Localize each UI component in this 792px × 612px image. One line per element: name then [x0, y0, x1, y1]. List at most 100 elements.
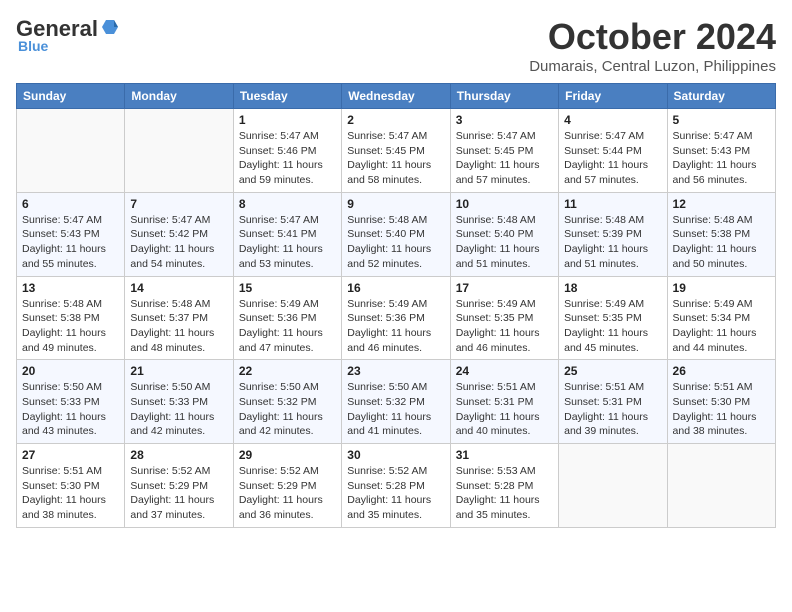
day-number: 28	[130, 448, 227, 462]
calendar-day-cell: 23 Sunrise: 5:50 AMSunset: 5:32 PMDayligh…	[342, 360, 450, 444]
weekday-header-sunday: Sunday	[17, 84, 125, 109]
day-number: 22	[239, 364, 336, 378]
day-info: Sunrise: 5:47 AMSunset: 5:46 PMDaylight:…	[239, 129, 336, 188]
calendar-week-row: 1 Sunrise: 5:47 AMSunset: 5:46 PMDaylight…	[17, 109, 776, 193]
day-number: 9	[347, 197, 444, 211]
weekday-header-thursday: Thursday	[450, 84, 558, 109]
day-info: Sunrise: 5:52 AMSunset: 5:28 PMDaylight:…	[347, 464, 444, 523]
day-info: Sunrise: 5:47 AMSunset: 5:45 PMDaylight:…	[456, 129, 553, 188]
day-info: Sunrise: 5:48 AMSunset: 5:40 PMDaylight:…	[456, 213, 553, 272]
logo-arrow-icon	[100, 18, 118, 36]
day-number: 25	[564, 364, 661, 378]
calendar-week-row: 20 Sunrise: 5:50 AMSunset: 5:33 PMDayligh…	[17, 360, 776, 444]
day-number: 21	[130, 364, 227, 378]
day-number: 13	[22, 281, 119, 295]
calendar-day-cell: 29 Sunrise: 5:52 AMSunset: 5:29 PMDayligh…	[233, 444, 341, 528]
calendar-day-cell	[17, 109, 125, 193]
day-info: Sunrise: 5:48 AMSunset: 5:39 PMDaylight:…	[564, 213, 661, 272]
calendar-day-cell: 11 Sunrise: 5:48 AMSunset: 5:39 PMDayligh…	[559, 192, 667, 276]
day-info: Sunrise: 5:47 AMSunset: 5:42 PMDaylight:…	[130, 213, 227, 272]
calendar-day-cell: 5 Sunrise: 5:47 AMSunset: 5:43 PMDaylight…	[667, 109, 775, 193]
calendar-day-cell: 25 Sunrise: 5:51 AMSunset: 5:31 PMDayligh…	[559, 360, 667, 444]
day-info: Sunrise: 5:48 AMSunset: 5:38 PMDaylight:…	[673, 213, 770, 272]
logo: General Blue	[16, 16, 118, 54]
calendar-day-cell: 9 Sunrise: 5:48 AMSunset: 5:40 PMDaylight…	[342, 192, 450, 276]
calendar-day-cell: 18 Sunrise: 5:49 AMSunset: 5:35 PMDayligh…	[559, 276, 667, 360]
weekday-header-friday: Friday	[559, 84, 667, 109]
day-info: Sunrise: 5:52 AMSunset: 5:29 PMDaylight:…	[239, 464, 336, 523]
calendar-day-cell: 27 Sunrise: 5:51 AMSunset: 5:30 PMDayligh…	[17, 444, 125, 528]
location-text: Dumarais, Central Luzon, Philippines	[529, 58, 776, 75]
day-number: 4	[564, 113, 661, 127]
day-info: Sunrise: 5:48 AMSunset: 5:38 PMDaylight:…	[22, 297, 119, 356]
day-number: 2	[347, 113, 444, 127]
day-number: 27	[22, 448, 119, 462]
calendar-day-cell: 13 Sunrise: 5:48 AMSunset: 5:38 PMDayligh…	[17, 276, 125, 360]
calendar-week-row: 6Sunrise: 5:47 AMSunset: 5:43 PMDaylight…	[17, 192, 776, 276]
calendar-day-cell: 10 Sunrise: 5:48 AMSunset: 5:40 PMDayligh…	[450, 192, 558, 276]
calendar-day-cell	[559, 444, 667, 528]
calendar-day-cell: 22Sunrise: 5:50 AMSunset: 5:32 PMDayligh…	[233, 360, 341, 444]
calendar-week-row: 27 Sunrise: 5:51 AMSunset: 5:30 PMDayligh…	[17, 444, 776, 528]
day-info: Sunrise: 5:53 AMSunset: 5:28 PMDaylight:…	[456, 464, 553, 523]
calendar-day-cell	[667, 444, 775, 528]
day-number: 8	[239, 197, 336, 211]
calendar-day-cell: 20 Sunrise: 5:50 AMSunset: 5:33 PMDayligh…	[17, 360, 125, 444]
calendar-day-cell: 4 Sunrise: 5:47 AMSunset: 5:44 PMDaylight…	[559, 109, 667, 193]
day-number: 1	[239, 113, 336, 127]
day-info: Sunrise: 5:51 AMSunset: 5:31 PMDaylight:…	[564, 380, 661, 439]
day-info: Sunrise: 5:48 AMSunset: 5:37 PMDaylight:…	[130, 297, 227, 356]
day-number: 30	[347, 448, 444, 462]
day-number: 17	[456, 281, 553, 295]
day-info: Sunrise: 5:51 AMSunset: 5:31 PMDaylight:…	[456, 380, 553, 439]
day-number: 11	[564, 197, 661, 211]
calendar-day-cell: 3 Sunrise: 5:47 AMSunset: 5:45 PMDaylight…	[450, 109, 558, 193]
calendar-day-cell: 8Sunrise: 5:47 AMSunset: 5:41 PMDaylight…	[233, 192, 341, 276]
day-info: Sunrise: 5:48 AMSunset: 5:40 PMDaylight:…	[347, 213, 444, 272]
calendar-day-cell: 26Sunrise: 5:51 AMSunset: 5:30 PMDayligh…	[667, 360, 775, 444]
day-number: 23	[347, 364, 444, 378]
title-block: October 2024 Dumarais, Central Luzon, Ph…	[529, 16, 776, 75]
calendar-day-cell	[125, 109, 233, 193]
day-info: Sunrise: 5:52 AMSunset: 5:29 PMDaylight:…	[130, 464, 227, 523]
day-number: 31	[456, 448, 553, 462]
weekday-header-monday: Monday	[125, 84, 233, 109]
day-number: 14	[130, 281, 227, 295]
logo-blue-text: Blue	[18, 38, 48, 54]
day-info: Sunrise: 5:51 AMSunset: 5:30 PMDaylight:…	[22, 464, 119, 523]
calendar-day-cell: 19Sunrise: 5:49 AMSunset: 5:34 PMDayligh…	[667, 276, 775, 360]
day-info: Sunrise: 5:49 AMSunset: 5:36 PMDaylight:…	[347, 297, 444, 356]
calendar-table: SundayMondayTuesdayWednesdayThursdayFrid…	[16, 83, 776, 528]
day-number: 12	[673, 197, 770, 211]
weekday-header-tuesday: Tuesday	[233, 84, 341, 109]
calendar-day-cell: 17Sunrise: 5:49 AMSunset: 5:35 PMDayligh…	[450, 276, 558, 360]
calendar-day-cell: 24 Sunrise: 5:51 AMSunset: 5:31 PMDayligh…	[450, 360, 558, 444]
weekday-header-wednesday: Wednesday	[342, 84, 450, 109]
day-info: Sunrise: 5:50 AMSunset: 5:33 PMDaylight:…	[22, 380, 119, 439]
day-number: 7	[130, 197, 227, 211]
day-number: 19	[673, 281, 770, 295]
day-number: 6	[22, 197, 119, 211]
calendar-day-cell: 30 Sunrise: 5:52 AMSunset: 5:28 PMDayligh…	[342, 444, 450, 528]
day-info: Sunrise: 5:49 AMSunset: 5:36 PMDaylight:…	[239, 297, 336, 356]
day-number: 3	[456, 113, 553, 127]
calendar-week-row: 13 Sunrise: 5:48 AMSunset: 5:38 PMDayligh…	[17, 276, 776, 360]
calendar-day-cell: 15Sunrise: 5:49 AMSunset: 5:36 PMDayligh…	[233, 276, 341, 360]
calendar-day-cell: 1 Sunrise: 5:47 AMSunset: 5:46 PMDaylight…	[233, 109, 341, 193]
calendar-day-cell: 14 Sunrise: 5:48 AMSunset: 5:37 PMDayligh…	[125, 276, 233, 360]
day-info: Sunrise: 5:49 AMSunset: 5:35 PMDaylight:…	[564, 297, 661, 356]
day-number: 20	[22, 364, 119, 378]
weekday-header-row: SundayMondayTuesdayWednesdayThursdayFrid…	[17, 84, 776, 109]
day-number: 18	[564, 281, 661, 295]
day-info: Sunrise: 5:47 AMSunset: 5:43 PMDaylight:…	[673, 129, 770, 188]
calendar-day-cell: 21Sunrise: 5:50 AMSunset: 5:33 PMDayligh…	[125, 360, 233, 444]
day-info: Sunrise: 5:50 AMSunset: 5:32 PMDaylight:…	[347, 380, 444, 439]
day-number: 29	[239, 448, 336, 462]
day-number: 5	[673, 113, 770, 127]
day-number: 10	[456, 197, 553, 211]
day-number: 24	[456, 364, 553, 378]
day-info: Sunrise: 5:47 AMSunset: 5:44 PMDaylight:…	[564, 129, 661, 188]
calendar-day-cell: 12 Sunrise: 5:48 AMSunset: 5:38 PMDayligh…	[667, 192, 775, 276]
day-info: Sunrise: 5:51 AMSunset: 5:30 PMDaylight:…	[673, 380, 770, 439]
day-info: Sunrise: 5:47 AMSunset: 5:45 PMDaylight:…	[347, 129, 444, 188]
